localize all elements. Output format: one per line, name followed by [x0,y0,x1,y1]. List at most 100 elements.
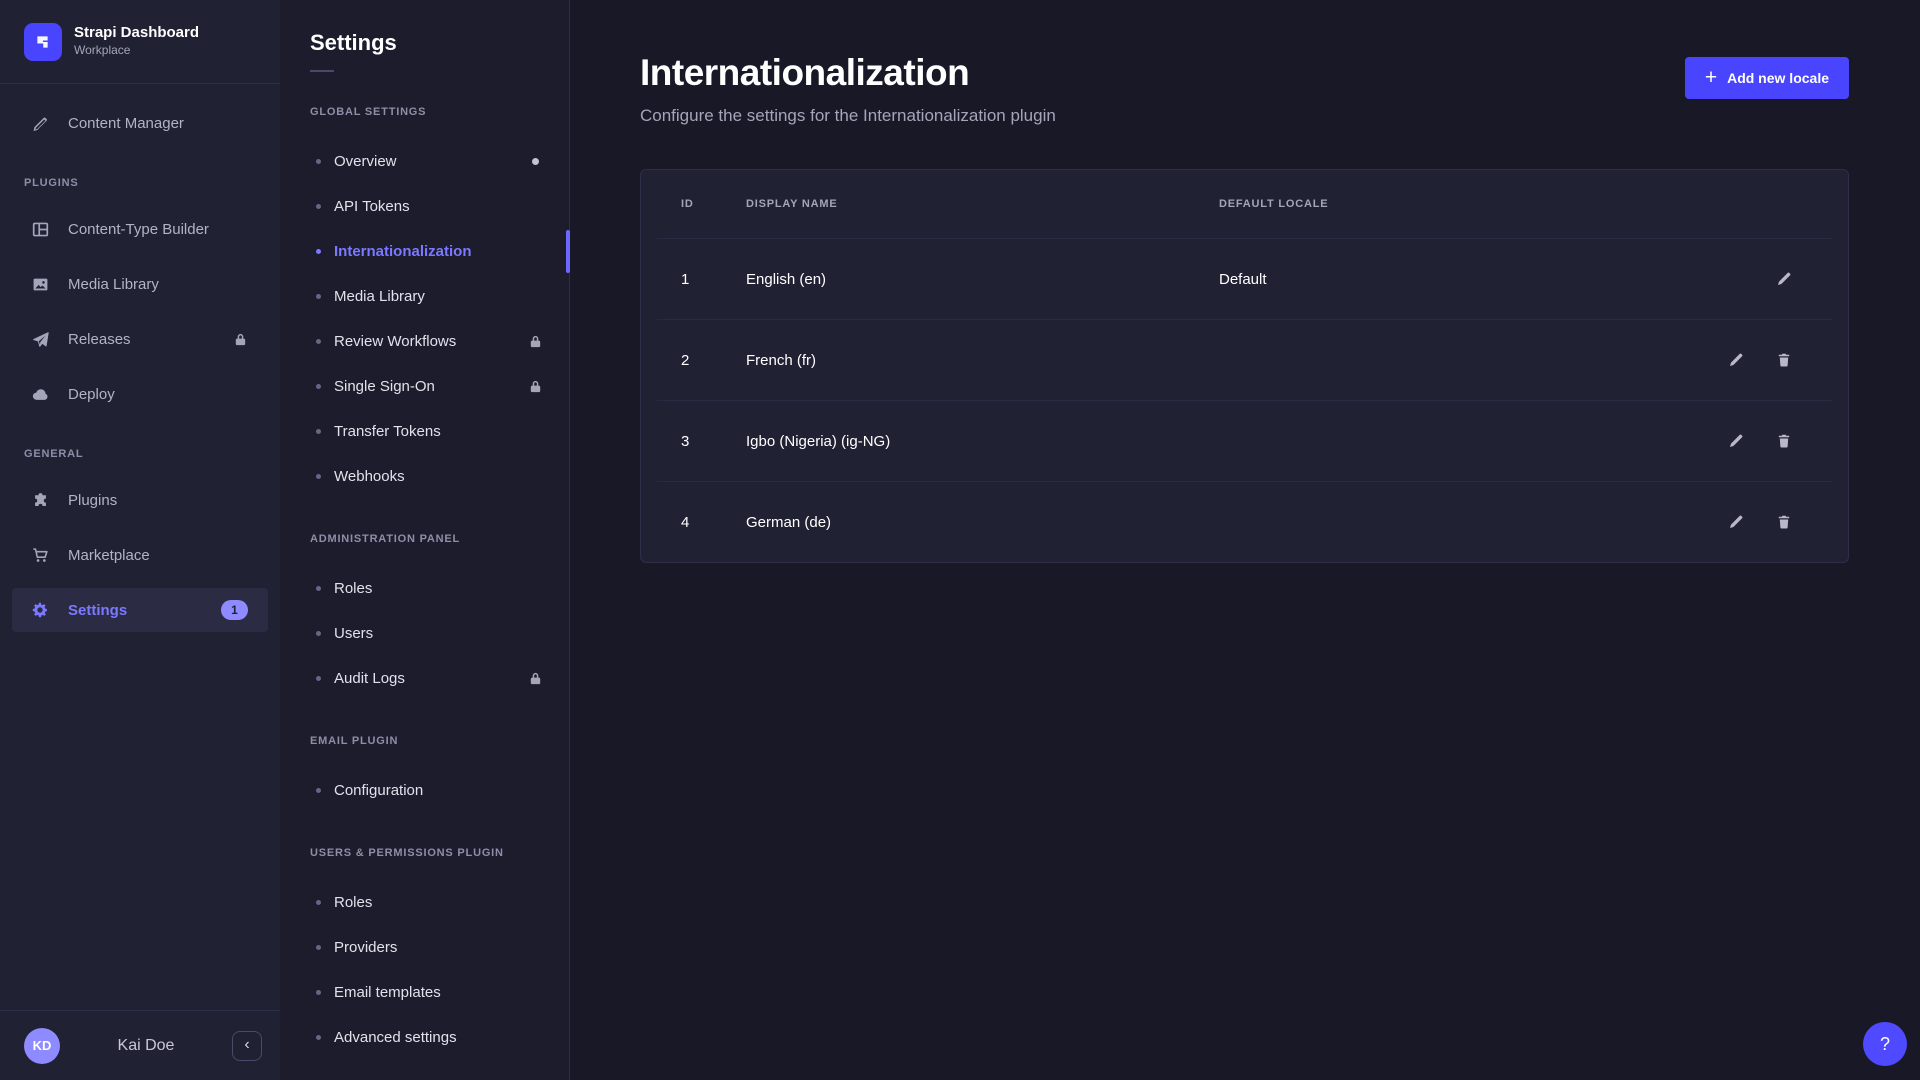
subnav-item-up-roles[interactable]: Roles [280,880,569,925]
subnav-item-audit-logs[interactable]: Audit Logs [280,656,569,701]
sidebar-item-label: Deploy [68,386,256,403]
subnav-item-label: Users [334,625,543,642]
edit-locale-button[interactable] [1772,267,1796,291]
strapi-logo-icon [24,23,62,61]
puzzle-icon [30,492,50,509]
sidebar-item-media-library[interactable]: Media Library [0,257,280,312]
column-header-display-name: DISPLAY NAME [746,198,1219,210]
subnav-item-label: Configuration [334,782,543,799]
locales-table: ID DISPLAY NAME DEFAULT LOCALE 1 English… [640,169,1849,563]
chevron-left-icon: ‹ [244,1036,249,1054]
subnav-item-email-templates[interactable]: Email templates [280,970,569,1015]
locale-display-name: Igbo (Nigeria) (ig-NG) [746,433,1219,450]
sidebar-item-marketplace[interactable]: Marketplace [0,528,280,583]
table-row[interactable]: 2 French (fr) [641,320,1848,400]
sidebar-item-label: Content Manager [68,115,256,132]
subnav-item-label: Providers [334,939,543,956]
locale-display-name: English (en) [746,271,1219,288]
subnav-item-admin-roles[interactable]: Roles [280,566,569,611]
main-nav-list: Content Manager PLUGINS Content-Type Bui… [0,84,280,1010]
user-avatar[interactable]: KD [24,1028,60,1064]
bullet-icon [316,586,321,591]
subnav-item-single-sign-on[interactable]: Single Sign-On [280,364,569,409]
pen-icon [30,115,50,132]
workspace-switcher[interactable]: Strapi Dashboard Workplace [0,0,280,84]
lock-icon [528,671,543,686]
help-button[interactable]: ? [1863,1022,1907,1066]
lock-icon [528,379,543,394]
title-divider [310,70,334,72]
subnav-section-global-settings: GLOBAL SETTINGS [280,102,569,122]
subnav-item-media-library[interactable]: Media Library [280,274,569,319]
sidebar-item-label: Marketplace [68,547,256,564]
subnav-item-providers[interactable]: Providers [280,925,569,970]
sidebar-item-content-type-builder[interactable]: Content-Type Builder [0,202,280,257]
subnav-item-overview[interactable]: Overview [280,139,569,184]
subnav-item-review-workflows[interactable]: Review Workflows [280,319,569,364]
subnav-item-api-tokens[interactable]: API Tokens [280,184,569,229]
subnav-item-label: Transfer Tokens [334,423,543,440]
edit-locale-button[interactable] [1724,429,1748,453]
bullet-icon [316,788,321,793]
delete-locale-button[interactable] [1772,510,1796,534]
subnav-section-email-plugin: EMAIL PLUGIN [280,731,569,751]
subnav-section-users-permissions: USERS & PERMISSIONS PLUGIN [280,843,569,863]
column-header-default-locale: DEFAULT LOCALE [1219,198,1658,210]
subnav-title: Settings [280,30,569,56]
lock-icon [233,332,248,347]
edit-locale-button[interactable] [1724,510,1748,534]
settings-subnav: Settings GLOBAL SETTINGS Overview API To… [280,0,570,1080]
subnav-item-advanced-settings[interactable]: Advanced settings [280,1015,569,1060]
sidebar-footer: KD Kai Doe ‹ [0,1010,280,1080]
sidebar-item-content-manager[interactable]: Content Manager [0,96,280,151]
delete-locale-button[interactable] [1772,348,1796,372]
subnav-item-internationalization[interactable]: Internationalization [280,229,569,274]
delete-locale-button[interactable] [1772,429,1796,453]
sidebar-item-label: Content-Type Builder [68,221,256,238]
bullet-icon [316,429,321,434]
subnav-item-label: API Tokens [334,198,543,215]
subnav-item-admin-users[interactable]: Users [280,611,569,656]
pencil-icon [1728,433,1744,449]
bullet-icon [316,294,321,299]
add-new-locale-button[interactable]: + Add new locale [1685,57,1849,99]
trash-icon [1776,514,1792,530]
add-new-locale-label: Add new locale [1727,70,1829,86]
locale-id: 1 [681,271,746,288]
workspace-subtitle: Workplace [74,43,199,59]
locale-display-name: French (fr) [746,352,1219,369]
subnav-item-webhooks[interactable]: Webhooks [280,454,569,499]
pencil-icon [1728,352,1744,368]
sidebar-item-releases[interactable]: Releases [0,312,280,367]
page-title: Internationalization [640,52,1056,94]
subnav-item-label: Media Library [334,288,543,305]
trash-icon [1776,433,1792,449]
sidebar-item-deploy[interactable]: Deploy [0,367,280,422]
column-header-id: ID [681,198,746,210]
edit-locale-button[interactable] [1724,348,1748,372]
subnav-item-transfer-tokens[interactable]: Transfer Tokens [280,409,569,454]
table-row[interactable]: 1 English (en) Default [641,239,1848,319]
locale-id: 3 [681,433,746,450]
page-subtitle: Configure the settings for the Internati… [640,106,1056,126]
sidebar-item-plugins[interactable]: Plugins [0,473,280,528]
subnav-item-label: Advanced settings [334,1029,543,1046]
plus-icon: + [1705,67,1717,88]
table-row[interactable]: 4 German (de) [641,482,1848,562]
subnav-item-label: Audit Logs [334,670,515,687]
bullet-icon [316,990,321,995]
subnav-item-label: Webhooks [334,468,543,485]
cloud-icon [30,386,50,403]
subnav-item-email-configuration[interactable]: Configuration [280,768,569,813]
lock-icon [528,334,543,349]
layout-grid-icon [30,221,50,238]
sidebar-item-label: Releases [68,331,215,348]
table-row[interactable]: 3 Igbo (Nigeria) (ig-NG) [641,401,1848,481]
trash-icon [1776,352,1792,368]
collapse-sidebar-button[interactable]: ‹ [232,1031,262,1061]
main-content: Internationalization Configure the setti… [570,0,1920,1080]
sidebar-item-settings[interactable]: Settings 1 [12,588,268,632]
bullet-icon [316,204,321,209]
locale-id: 2 [681,352,746,369]
cart-icon [30,547,50,564]
